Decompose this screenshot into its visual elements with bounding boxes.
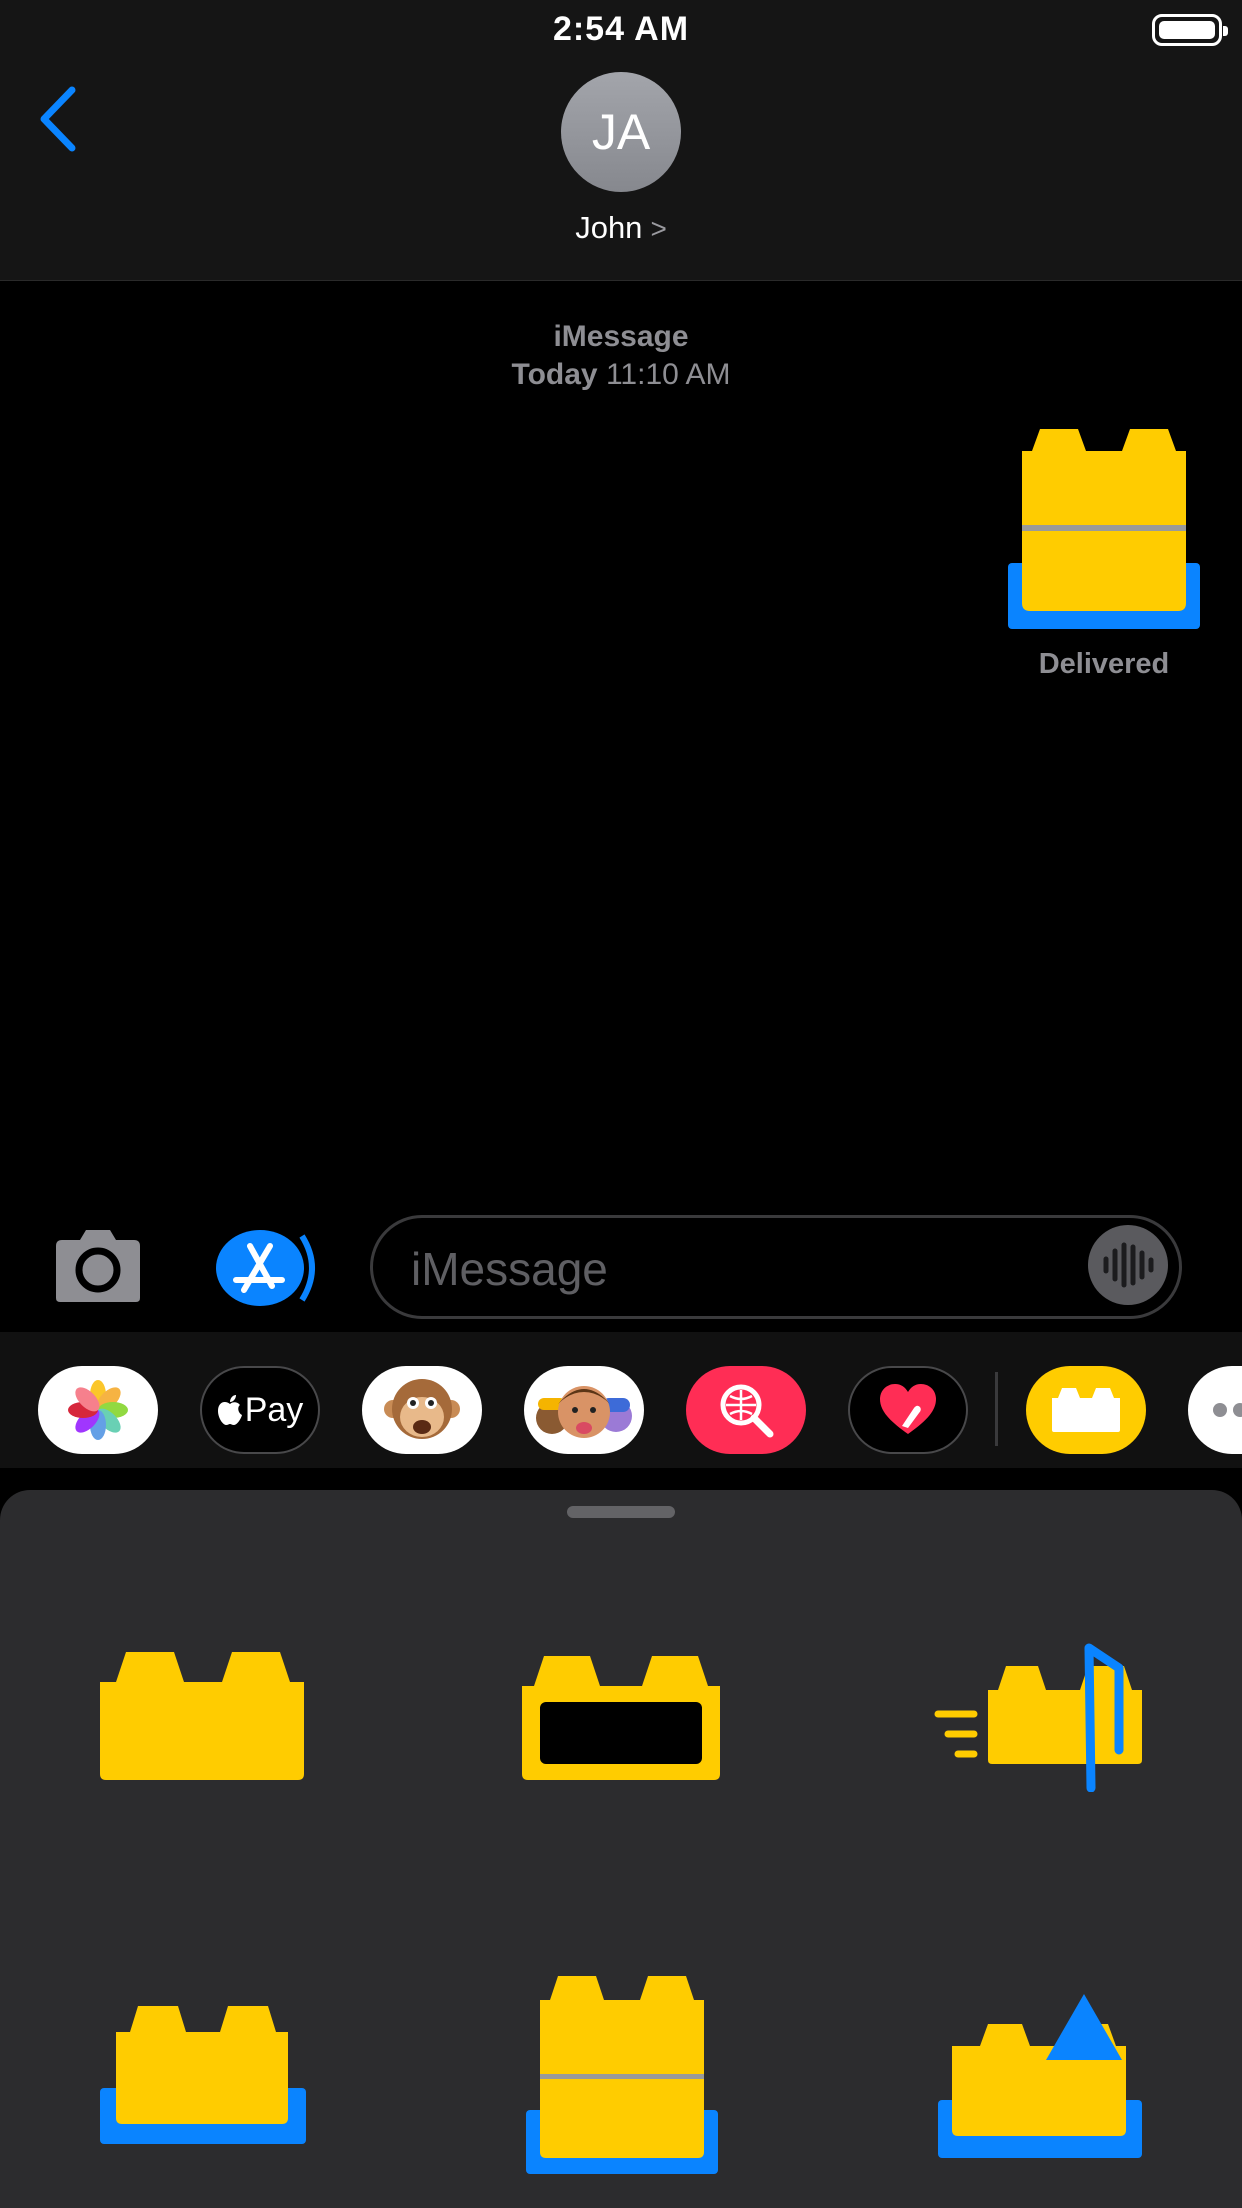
apple-pay-label: Pay: [244, 1390, 304, 1429]
digital-touch-icon: [880, 1384, 936, 1434]
message-status: Delivered: [1038, 648, 1170, 680]
chevron-left-icon: [40, 86, 76, 152]
photos-app-button[interactable]: [38, 1366, 158, 1454]
contact-name: John: [575, 210, 643, 245]
timestamp: Today 11:10 AM: [0, 358, 1242, 392]
avatar-initials: JA: [591, 104, 651, 160]
block-stickers-icon: [1052, 1388, 1120, 1432]
message-text-field[interactable]: [409, 1236, 1063, 1302]
photos-icon: [68, 1380, 128, 1440]
message-input[interactable]: [370, 1215, 1182, 1319]
image-search-app-button[interactable]: [686, 1366, 806, 1454]
back-button[interactable]: [34, 84, 84, 154]
contact-name-button[interactable]: John >: [0, 210, 1242, 246]
apple-logo-icon: [217, 1395, 242, 1425]
status-time: 2:54 AM: [552, 10, 690, 48]
image-search-icon: [720, 1384, 774, 1438]
chevron-right-icon: >: [650, 213, 667, 244]
panel-grabber[interactable]: [567, 1506, 675, 1518]
apple-pay-app-button[interactable]: Pay: [200, 1366, 320, 1454]
animoji-icon: [384, 1379, 460, 1439]
app-store-icon: [216, 1230, 315, 1306]
sticker-block-on-base[interactable]: [98, 2002, 308, 2151]
avatar[interactable]: JA: [561, 72, 681, 192]
block-stickers-app-button[interactable]: [1026, 1366, 1146, 1454]
sent-sticker[interactable]: [1008, 425, 1200, 630]
service-label: iMessage: [553, 320, 689, 353]
sticker-plain-block[interactable]: [98, 1648, 308, 1787]
app-store-button[interactable]: [210, 1228, 318, 1308]
timestamp-day: Today: [511, 358, 598, 391]
battery-icon: [1152, 14, 1228, 46]
waveform-icon: [1103, 1242, 1154, 1288]
sticker-tall-block[interactable]: [524, 1972, 720, 2181]
drawer-divider: [995, 1372, 998, 1446]
sticker-block-music[interactable]: [934, 1640, 1146, 1797]
sticker-block-window[interactable]: [520, 1652, 724, 1787]
sticker-block-triangle[interactable]: [936, 1990, 1144, 2165]
timestamp-time: 11:10 AM: [605, 358, 731, 391]
more-icon: [1213, 1403, 1242, 1417]
camera-button[interactable]: [50, 1228, 146, 1304]
audio-record-button[interactable]: [1088, 1225, 1168, 1305]
memoji-icon: [536, 1386, 632, 1438]
animoji-app-button[interactable]: [362, 1366, 482, 1454]
camera-icon: [56, 1230, 140, 1302]
digital-touch-app-button[interactable]: [848, 1366, 968, 1454]
memoji-app-button[interactable]: [524, 1366, 644, 1454]
